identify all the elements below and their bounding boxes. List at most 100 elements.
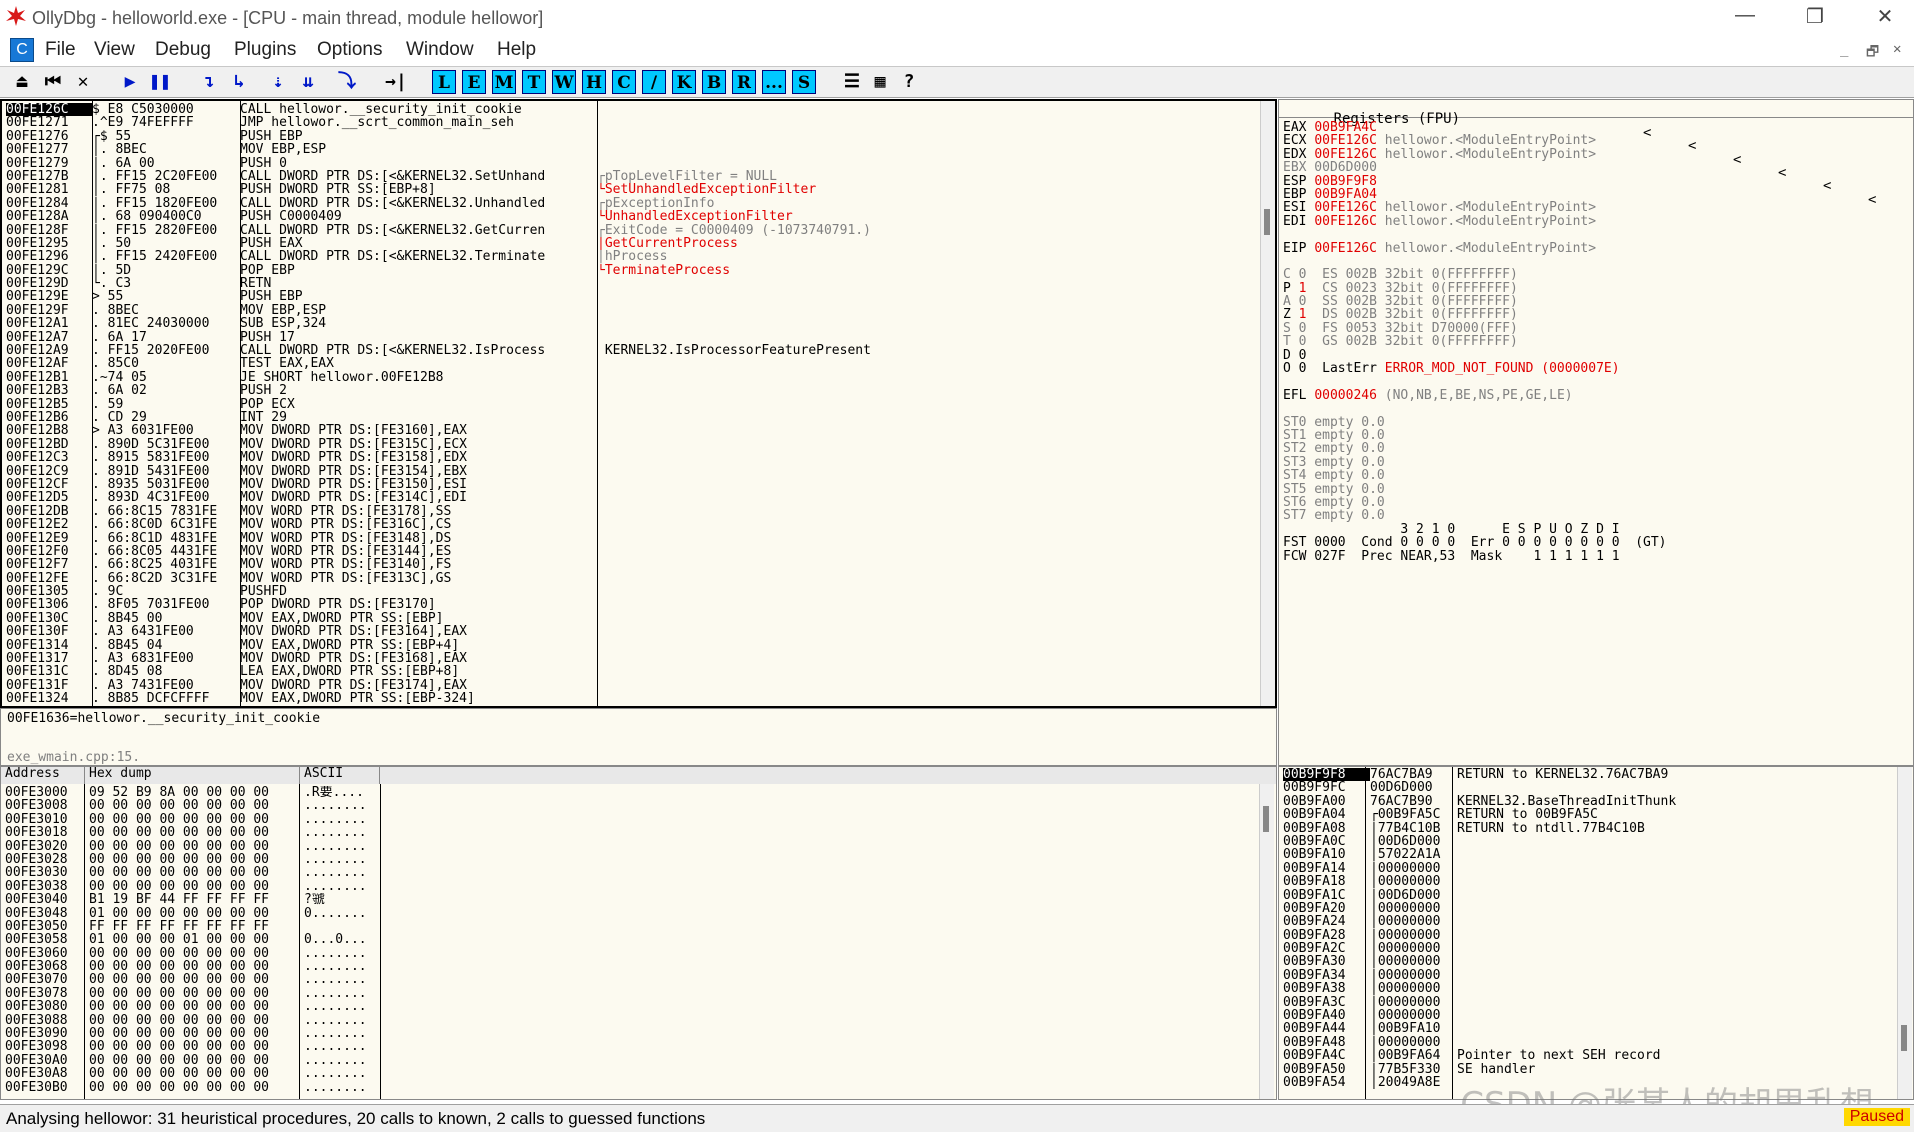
stack-row[interactable]: 00B9FA50 │77B5F330 SE handler <box>1283 1063 1676 1076</box>
stack-row[interactable]: 00B9FA28 │00000000 <box>1283 929 1676 942</box>
disasm-row[interactable]: 00FE131C . 8D45 08 LEA EAX,DWORD PTR SS:[E… <box>6 665 871 678</box>
dump-row[interactable]: 00FE3078 00 00 00 00 00 00 00 00........ <box>5 987 367 1000</box>
register-line[interactable]: EIP 00FE126C hellowor.<ModuleEntryPoint> <box>1283 242 1667 255</box>
disasm-row[interactable]: 00FE1324 . 8B85 DCFCFFFF MOV EAX,DWORD PTR… <box>6 692 871 705</box>
disasm-row[interactable]: 00FE12B8 > A3 6031FE00 MOV DWORD PTR DS:[F… <box>6 424 871 437</box>
disasm-row[interactable]: 00FE128A │. 68 090400C0 PUSH C0000409 └Unha… <box>6 210 871 223</box>
register-line[interactable]: EAX 00B9FA4C <box>1283 121 1667 134</box>
disasm-row[interactable]: 00FE129C │. 5D POP EBP └TerminateProcess <box>6 264 871 277</box>
menu-window[interactable]: Window <box>406 39 474 61</box>
memory-button[interactable]: M <box>492 70 516 94</box>
stack-row[interactable]: 00B9FA44 │00B9FA10 <box>1283 1022 1676 1035</box>
dump-row[interactable]: 00FE3070 00 00 00 00 00 00 00 00........ <box>5 973 367 986</box>
reg-arrow-icon[interactable]: < <box>1733 152 1741 167</box>
stack-row[interactable]: 00B9FA10 │57022A1A <box>1283 848 1676 861</box>
register-line[interactable]: O 0 LastErr ERROR_MOD_NOT_FOUND (0000007… <box>1283 362 1667 375</box>
register-line[interactable] <box>1283 228 1667 241</box>
child-minimize-button[interactable]: _ <box>1840 41 1848 57</box>
execute-till-return-icon[interactable]: ⤵ <box>335 70 359 94</box>
disasm-row[interactable]: 00FE12A9 . FF15 2020FE00 CALL DWORD PTR DS… <box>6 344 871 357</box>
menu-help[interactable]: Help <box>497 39 536 61</box>
dump-row[interactable]: 00FE30B0 00 00 00 00 00 00 00 00........ <box>5 1081 367 1094</box>
breakpoints-button[interactable]: B <box>702 70 726 94</box>
register-line[interactable]: ESP 00B9F9F8 <box>1283 175 1667 188</box>
register-line[interactable]: ST1 empty 0.0 <box>1283 429 1667 442</box>
dump-row[interactable]: 00FE3068 00 00 00 00 00 00 00 00........ <box>5 960 367 973</box>
register-line[interactable]: ECX 00FE126C hellowor.<ModuleEntryPoint> <box>1283 134 1667 147</box>
restart-icon[interactable]: ⏮ <box>41 70 65 94</box>
reg-arrow-icon[interactable]: < <box>1868 193 1876 207</box>
register-line[interactable]: FCW 027F Prec NEAR,53 Mask 1 1 1 1 1 1 <box>1283 550 1667 563</box>
stack-row[interactable]: 00B9FA2C │00000000 <box>1283 942 1676 955</box>
dump-row[interactable]: 00FE3080 00 00 00 00 00 00 00 00........ <box>5 1000 367 1013</box>
disasm-row[interactable]: 00FE126C $ E8 C5030000 CALL hellowor.__sec… <box>6 103 871 117</box>
stack-row[interactable]: 00B9FA38 │00000000 <box>1283 982 1676 995</box>
register-line[interactable]: ST4 empty 0.0 <box>1283 469 1667 482</box>
disassembly-pane[interactable]: 00FE126C $ E8 C5030000 CALL hellowor.__sec… <box>0 99 1277 708</box>
log-window-button[interactable]: L <box>432 70 456 94</box>
disasm-row[interactable]: 00FE1306 . 8F05 7031FE00 POP DWORD PTR DS:… <box>6 598 871 611</box>
stack-row[interactable]: 00B9FA30 │00000000 <box>1283 955 1676 968</box>
handles-button[interactable]: H <box>582 70 606 94</box>
disasm-row[interactable]: 00FE12A1 . 81EC 24030000 SUB ESP,324 <box>6 317 871 330</box>
register-line[interactable]: C 0 ES 002B 32bit 0(FFFFFFFF) <box>1283 268 1667 281</box>
disasm-row[interactable]: 00FE127B │. FF15 2C20FE00 CALL DWORD PTR D… <box>6 170 871 183</box>
disasm-row[interactable]: 00FE12D5 . 893D 4C31FE00 MOV DWORD PTR DS:… <box>6 491 871 504</box>
disasm-row[interactable]: 00FE130F . A3 6431FE00 MOV DWORD PTR DS:[F… <box>6 625 871 638</box>
dump-row[interactable]: 00FE3008 00 00 00 00 00 00 00 00........ <box>5 799 367 812</box>
dump-row[interactable]: 00FE3000 09 52 B9 8A 00 00 00 00 .R要.... <box>5 786 367 799</box>
register-line[interactable]: A 0 SS 002B 32bit 0(FFFFFFFF) <box>1283 295 1667 308</box>
disasm-row[interactable]: 00FE12F0 . 66:8C05 4431FE MOV WORD PTR DS:… <box>6 545 871 558</box>
dump-row[interactable]: 00FE3018 00 00 00 00 00 00 00 00........ <box>5 826 367 839</box>
disasm-row[interactable]: 00FE12DB . 66:8C15 7831FE MOV WORD PTR DS:… <box>6 505 871 518</box>
disasm-row[interactable]: 00FE1281 │. FF75 08 PUSH DWORD PTR SS:[EBP… <box>6 183 871 196</box>
run-trace-button[interactable]: ... <box>762 70 786 94</box>
register-line[interactable]: ST0 empty 0.0 <box>1283 416 1667 429</box>
close-program-icon[interactable]: ✕ <box>71 70 95 94</box>
register-line[interactable]: ESI 00FE126C hellowor.<ModuleEntryPoint> <box>1283 201 1667 214</box>
register-line[interactable] <box>1283 375 1667 388</box>
disasm-row[interactable]: 00FE129E > 55 PUSH EBP <box>6 290 871 303</box>
maximize-button[interactable]: ❐ <box>1795 4 1835 29</box>
registers-pane[interactable]: Registers (FPU) < < < < < < EAX 00B9FA4C… <box>1278 99 1914 766</box>
disasm-row[interactable]: 00FE12F7 . 66:8C25 4031FE MOV WORD PTR DS:… <box>6 558 871 571</box>
register-line[interactable]: P 1 CS 0023 32bit 0(FFFFFFFF) <box>1283 282 1667 295</box>
register-line[interactable]: EBX 00D6D000 <box>1283 161 1667 174</box>
disasm-row[interactable]: 00FE1271 .^E9 74FEFFFF JMP hellowor.__scrt… <box>6 116 871 129</box>
register-line[interactable]: EBP 00B9FA04 <box>1283 188 1667 201</box>
child-close-button[interactable]: ✕ <box>1893 41 1901 57</box>
disasm-row[interactable]: 00FE12B6 . CD 29 INT 29 <box>6 411 871 424</box>
register-line[interactable]: EDI 00FE126C hellowor.<ModuleEntryPoint> <box>1283 215 1667 228</box>
dump-row[interactable]: 00FE3038 00 00 00 00 00 00 00 00........ <box>5 880 367 893</box>
register-line[interactable]: FST 0000 Cond 0 0 0 0 Err 0 0 0 0 0 0 0 … <box>1283 536 1667 549</box>
menu-file[interactable]: File <box>45 39 76 61</box>
stack-row[interactable]: 00B9FA04 ┌00B9FA5C RETURN to 00B9FA5C <box>1283 808 1676 821</box>
dump-row[interactable]: 00FE3028 00 00 00 00 00 00 00 00........ <box>5 853 367 866</box>
register-line[interactable]: ST3 empty 0.0 <box>1283 456 1667 469</box>
disasm-row[interactable]: 00FE1277 │. 8BEC MOV EBP,ESP <box>6 143 871 156</box>
disasm-row[interactable]: 00FE12AF . 85C0 TEST EAX,EAX <box>6 357 871 370</box>
dump-pane[interactable]: Address Hex dump ASCII 00FE3000 09 52 B9 … <box>0 766 1277 1100</box>
disassembly-scrollbar[interactable] <box>1260 101 1275 706</box>
disasm-row[interactable]: 00FE12C9 . 891D 5431FE00 MOV DWORD PTR DS:… <box>6 465 871 478</box>
register-line[interactable]: 3 2 1 0 E S P U O Z D I <box>1283 523 1667 536</box>
disasm-row[interactable]: 00FE12FE . 66:8C2D 3C31FE MOV WORD PTR DS:… <box>6 572 871 585</box>
register-line[interactable]: ST5 empty 0.0 <box>1283 483 1667 496</box>
disasm-row[interactable]: 00FE12B5 . 59 POP ECX <box>6 398 871 411</box>
disasm-row[interactable]: 00FE12B3 . 6A 02 PUSH 2 <box>6 384 871 397</box>
disasm-row[interactable]: 00FE12CF . 8935 5031FE00 MOV DWORD PTR DS:… <box>6 478 871 491</box>
stack-row[interactable]: 00B9FA3C │00000000 <box>1283 996 1676 1009</box>
windows-button[interactable]: W <box>552 70 576 94</box>
stack-pane[interactable]: 00B9F9F8 76AC7BA9 RETURN to KERNEL32.76AC7… <box>1278 766 1914 1100</box>
modules-button[interactable]: E <box>462 70 486 94</box>
references-button[interactable]: R <box>732 70 756 94</box>
open-icon[interactable]: ⏏ <box>10 70 34 94</box>
colors-icon[interactable]: ▦ <box>868 70 892 94</box>
call-stack-button[interactable]: K <box>672 70 696 94</box>
disasm-row[interactable]: 00FE12A7 . 6A 17 PUSH 17 <box>6 331 871 344</box>
disasm-row[interactable]: 00FE12BD . 890D 5C31FE00 MOV DWORD PTR DS:… <box>6 438 871 451</box>
menu-debug[interactable]: Debug <box>155 39 211 61</box>
disasm-row[interactable]: 00FE1295 │. 50 PUSH EAX │GetCurrentProcess <box>6 237 871 250</box>
stack-row[interactable]: 00B9FA24 │00000000 <box>1283 915 1676 928</box>
trace-into-icon[interactable]: ⇣ <box>266 70 290 94</box>
